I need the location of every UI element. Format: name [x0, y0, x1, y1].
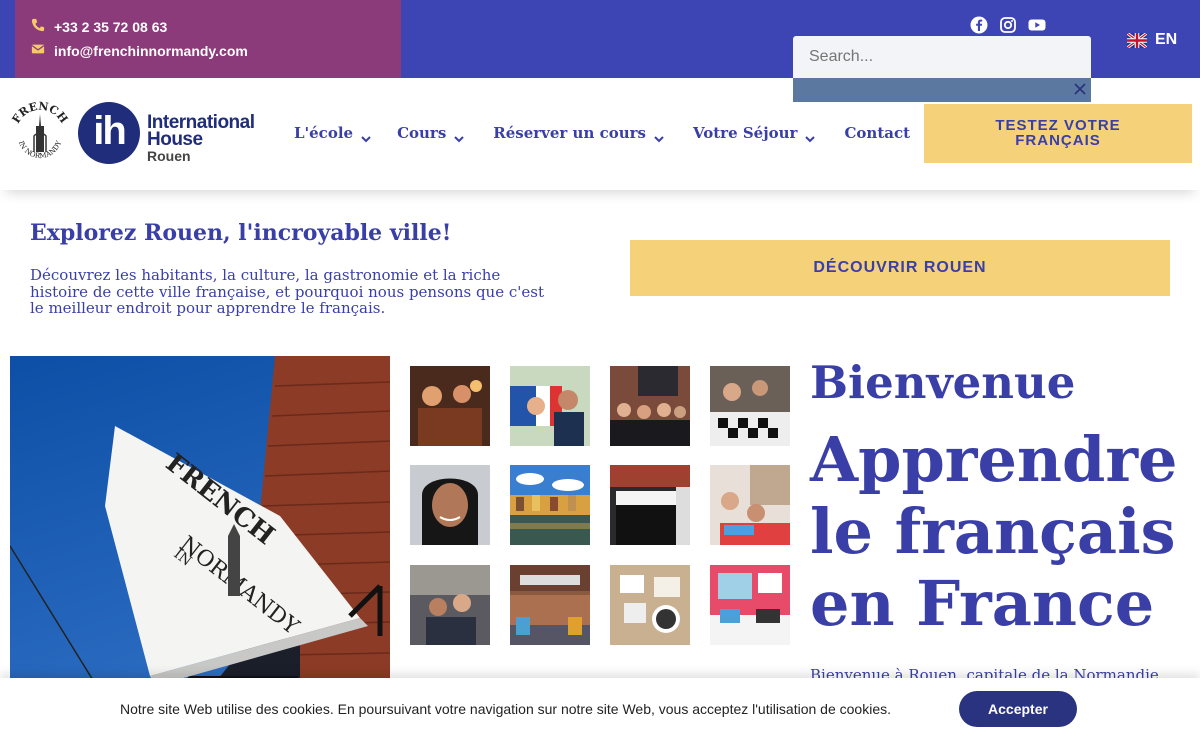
youtube-icon[interactable] — [1028, 16, 1046, 34]
email-address: info@frenchinnormandy.com — [54, 42, 248, 59]
nav-item-label: Votre Séjour — [692, 124, 798, 142]
contact-box: +33 2 35 72 08 63 info@frenchinnormandy.… — [15, 0, 401, 78]
chevron-down-icon — [654, 129, 664, 143]
cookie-message: Notre site Web utilise des cookies. En p… — [120, 701, 891, 717]
chevron-down-icon — [805, 129, 816, 143]
accept-cookies-button[interactable]: Accepter — [959, 691, 1077, 727]
phone-icon — [31, 18, 45, 35]
nav-item-sejour[interactable]: Votre Séjour — [692, 124, 816, 143]
gallery-photo[interactable] — [510, 565, 590, 645]
search-close-bar — [793, 78, 1091, 102]
envelope-icon — [31, 42, 45, 59]
phone-link[interactable]: +33 2 35 72 08 63 — [31, 18, 167, 35]
email-link[interactable]: info@frenchinnormandy.com — [31, 42, 248, 59]
gallery-photo[interactable] — [710, 465, 790, 545]
welcome-heading: Bienvenue — [810, 356, 1076, 409]
gallery-photo[interactable] — [410, 465, 490, 545]
international-house-logo-text[interactable]: International House Rouen — [147, 113, 255, 164]
explore-text-line: Découvrez les habitants, la culture, la … — [30, 266, 501, 284]
gallery-photo[interactable] — [610, 465, 690, 545]
social-links — [970, 16, 1046, 34]
main-title-line: en France — [810, 567, 1155, 640]
nav-menu: L'école Cours Réserver un cours Votre Sé… — [294, 124, 910, 143]
explore-description: Découvrez les habitants, la culture, la … — [30, 267, 590, 317]
cta-line2: FRANÇAIS — [1015, 132, 1101, 149]
nav-item-label: L'école — [294, 124, 354, 142]
explore-text-line: le meilleur endroit pour apprendre le fr… — [30, 299, 386, 317]
nav-item-label: Cours — [397, 124, 447, 142]
logo-line3: Rouen — [147, 148, 191, 164]
main-title: Apprendre le français en France — [810, 424, 1200, 640]
main-title-line: Apprendre — [810, 423, 1178, 496]
gallery-photo[interactable] — [610, 366, 690, 446]
language-switcher[interactable]: EN — [1126, 31, 1178, 49]
gallery-photo[interactable] — [610, 565, 690, 645]
gallery-photo[interactable] — [410, 565, 490, 645]
instagram-icon[interactable] — [999, 16, 1017, 34]
phone-number: +33 2 35 72 08 63 — [54, 18, 168, 35]
language-label: EN — [1155, 31, 1178, 48]
nav-item-label: Réserver un cours — [493, 124, 646, 142]
search-box — [793, 36, 1091, 78]
gallery-photo[interactable] — [710, 565, 790, 645]
explore-text-line: histoire de cette ville française, et po… — [30, 282, 544, 301]
test-your-french-button[interactable]: TESTEZ VOTRE FRANÇAIS — [924, 104, 1192, 163]
chevron-down-icon — [454, 129, 464, 143]
cta-line1: TESTEZ VOTRE — [995, 117, 1121, 134]
search-input[interactable] — [793, 36, 1091, 78]
nav-item-cours[interactable]: Cours — [397, 124, 464, 143]
gallery-photo[interactable] — [710, 366, 790, 446]
international-house-logo-mark[interactable]: ih — [78, 102, 140, 164]
gallery-photo[interactable] — [410, 366, 490, 446]
cookie-banner: Notre site Web utilise des cookies. En p… — [0, 678, 1200, 740]
gallery-photo[interactable] — [510, 366, 590, 446]
nav-item-contact[interactable]: Contact — [844, 124, 910, 142]
page: +33 2 35 72 08 63 info@frenchinnormandy.… — [0, 0, 1200, 740]
french-in-normandy-logo[interactable]: FRENCH IN NORMANDY — [8, 100, 72, 164]
gallery-photo[interactable] — [510, 465, 590, 545]
discover-rouen-button[interactable]: DÉCOUVRIR ROUEN — [630, 240, 1170, 296]
nav-item-label: Contact — [844, 124, 911, 142]
close-icon[interactable] — [1071, 80, 1089, 98]
nav-item-reserver[interactable]: Réserver un cours — [493, 124, 664, 143]
logo-line2: House — [147, 129, 203, 150]
nav-item-ecole[interactable]: L'école — [294, 124, 371, 143]
facebook-icon[interactable] — [970, 16, 988, 34]
explore-heading: Explorez Rouen, l'incroyable ville! — [30, 220, 452, 246]
main-title-line: le français — [810, 495, 1176, 568]
uk-flag-icon — [1126, 31, 1148, 49]
chevron-down-icon — [361, 129, 371, 143]
